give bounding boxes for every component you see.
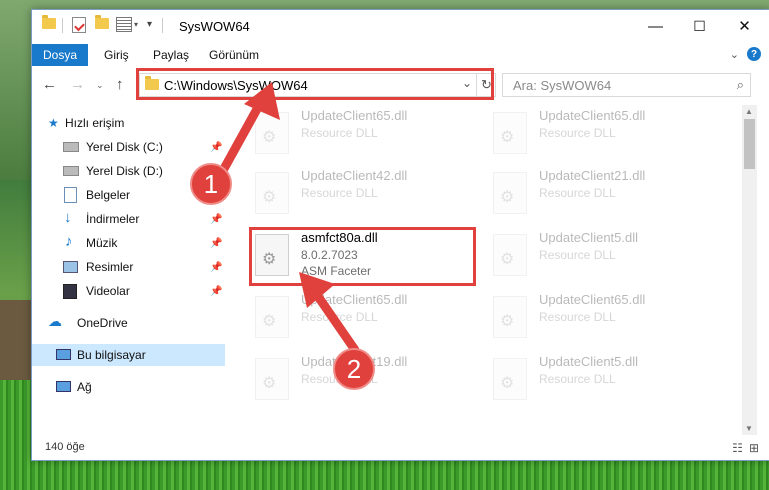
new-folder-icon[interactable] [95,15,109,29]
sidebar-item-videos[interactable]: Videolar 📌 [32,280,225,302]
details-view-icon[interactable]: ☷ [732,441,743,455]
dll-file-icon: ⚙ [493,112,527,154]
pictures-icon [63,261,78,273]
customize-toolbar-icon[interactable]: ▾ [147,19,152,30]
file-name: UpdateClient42.dll [301,168,408,183]
sidebar-item-downloads[interactable]: ↓ İndirmeler 📌 [32,208,225,230]
search-input[interactable]: Ara: SysWOW64 [513,78,611,93]
sidebar-item-this-pc[interactable]: Bu bilgisayar [32,344,225,366]
file-name: UpdateClient65.dll [539,292,646,307]
sidebar-item-label: OneDrive [77,316,128,330]
file-name: UpdateClient65.dll [539,108,646,123]
file-type: Resource DLL [539,372,616,386]
tab-home[interactable]: Giriş [104,48,129,62]
view-options-icon[interactable]: ▾ [116,17,138,32]
file-name: UpdateClient65.dll [301,108,408,123]
back-arrow-icon[interactable]: ← [42,76,57,93]
pin-icon[interactable]: 📌 [210,214,222,225]
file-name: UpdateClient5.dll [539,354,639,369]
search-box[interactable]: Ara: SysWOW64 ⌕ [502,73,751,97]
tab-share[interactable]: Paylaş [153,48,189,62]
cloud-icon: ☁ [48,313,62,329]
expand-ribbon-icon[interactable]: ⌄ [730,48,739,61]
dll-file-icon: ⚙ [255,296,289,338]
sidebar-item-label: Yerel Disk (D:) [86,164,163,178]
drive-icon [63,142,79,152]
file-type: Resource DLL [539,310,616,324]
vertical-scrollbar[interactable]: ▲ ▼ [742,105,757,435]
sidebar-item-label: Videolar [86,284,130,298]
sidebar-item-network[interactable]: Ağ [32,376,225,398]
network-icon [56,381,71,392]
title-bar[interactable]: ▾ ▾ SysWOW64 — ☐ ✕ [32,10,769,42]
file-type: Resource DLL [301,186,378,200]
sidebar-item-label: Hızlı erişim [65,116,125,130]
dll-file-icon: ⚙ [493,358,527,400]
music-icon: ♪ [65,233,73,250]
file-item[interactable]: ⚙ UpdateClient5.dll Resource DLL [487,352,717,408]
tab-view[interactable]: Görünüm [209,48,259,62]
sidebar-item-label: Yerel Disk (C:) [86,140,163,154]
help-icon[interactable]: ? [747,47,761,61]
scrollbar-thumb[interactable] [744,119,755,169]
pin-icon[interactable]: 📌 [210,238,222,249]
close-button[interactable]: ✕ [722,14,767,38]
scroll-up-icon[interactable]: ▲ [745,107,753,116]
dll-file-icon: ⚙ [493,296,527,338]
file-item[interactable]: ⚙ UpdateClient65.dll Resource DLL [487,290,717,346]
sidebar-item-label: Ağ [77,380,92,394]
file-type: Resource DLL [539,248,616,262]
quick-access-folder-icon[interactable] [42,15,56,29]
large-icons-view-icon[interactable]: ⊞ [749,441,759,455]
tab-file[interactable]: Dosya [32,44,88,66]
star-icon: ★ [48,116,59,130]
file-name: UpdateClient21.dll [539,168,646,183]
sidebar-item-disk-c[interactable]: Yerel Disk (C:) 📌 [32,136,225,158]
status-bar: 140 öğe ☷ ⊞ [32,436,769,460]
computer-icon [56,349,71,360]
scroll-down-icon[interactable]: ▼ [745,424,753,433]
address-bar-highlight [136,68,494,100]
maximize-button[interactable]: ☐ [677,14,722,38]
sidebar-item-label: Belgeler [86,188,131,202]
sidebar-item-onedrive[interactable]: ☁ OneDrive [32,312,225,334]
download-icon: ↓ [64,209,72,226]
pin-icon[interactable]: 📌 [210,286,222,297]
window-title: SysWOW64 [179,19,250,34]
sidebar-item-label: İndirmeler [86,212,140,226]
file-item[interactable]: ⚙ UpdateClient5.dll Resource DLL [487,228,717,284]
sidebar-item-label: Resimler [86,260,134,274]
navigation-pane: ★ Hızlı erişim Yerel Disk (C:) 📌 Yerel D… [32,102,228,434]
search-icon[interactable]: ⌕ [737,77,744,93]
file-type: Resource DLL [539,186,616,200]
file-item[interactable]: ⚙ UpdateClient21.dll Resource DLL [487,166,717,222]
sidebar-item-label: Bu bilgisayar [77,348,146,362]
dll-file-icon: ⚙ [493,234,527,276]
sidebar-item-pictures[interactable]: Resimler 📌 [32,256,225,278]
up-arrow-icon[interactable]: ↑ [116,76,124,93]
forward-arrow-icon[interactable]: → [70,76,85,93]
drive-icon [63,166,79,176]
ribbon-tabs: Dosya Giriş Paylaş Görünüm ⌄ ? [32,44,769,66]
sidebar-item-music[interactable]: ♪ Müzik 📌 [32,232,225,254]
video-icon [63,284,77,299]
file-type: Resource DLL [539,126,616,140]
minimize-button[interactable]: — [633,14,678,38]
pin-icon[interactable]: 📌 [210,262,222,273]
file-item[interactable]: ⚙ UpdateClient65.dll Resource DLL [487,106,717,162]
file-type: Resource DLL [301,126,378,140]
properties-icon[interactable] [72,17,86,33]
dll-file-icon: ⚙ [493,172,527,214]
item-count: 140 öğe [45,441,85,453]
documents-icon [64,187,77,203]
recent-locations-chevron-icon[interactable]: ⌄ [96,80,104,91]
step2-badge: 2 [333,348,375,390]
file-name: UpdateClient5.dll [539,230,639,245]
sidebar-item-quick-access[interactable]: ★ Hızlı erişim [32,112,225,134]
step1-badge: 1 [190,163,232,205]
sidebar-item-label: Müzik [86,236,118,250]
dll-file-icon: ⚙ [255,358,289,400]
